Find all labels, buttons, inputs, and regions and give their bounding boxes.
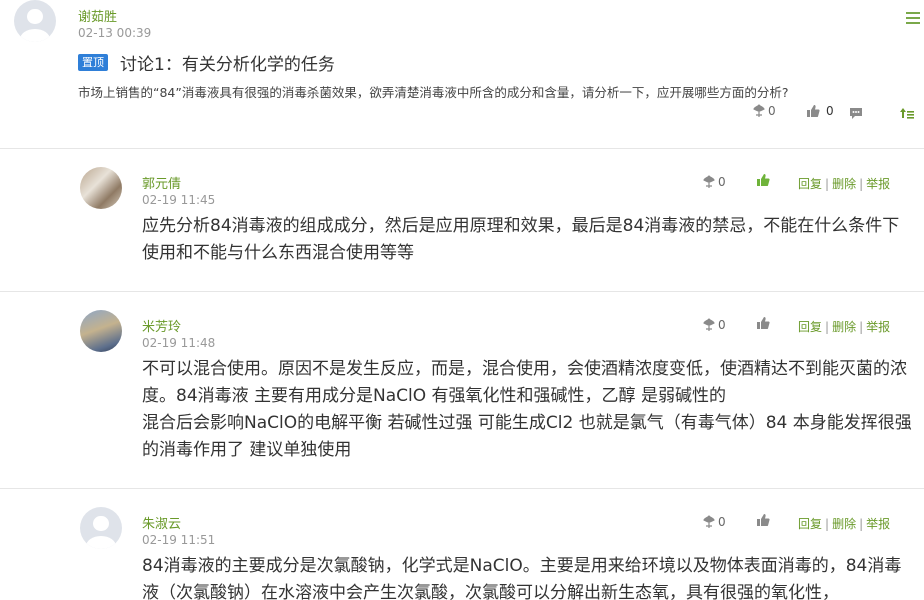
like-button[interactable] <box>756 173 770 187</box>
reply-time: 02-19 11:51 <box>142 533 216 547</box>
post-time: 02-13 00:39 <box>78 26 152 40</box>
report-button[interactable]: 举报 <box>866 517 890 531</box>
comment-button[interactable] <box>849 106 863 120</box>
reply-author[interactable]: 米芳玲 <box>142 316 181 335</box>
comment-icon <box>850 108 862 119</box>
post-body: 市场上销售的“84”消毒液具有很强的消毒杀菌效果，欲弄清楚消毒液中所含的成分和含… <box>78 85 789 100</box>
report-button[interactable]: 举报 <box>866 320 890 334</box>
post-author[interactable]: 谢茹胜 <box>78 6 117 25</box>
pin-badge: 置顶 <box>78 54 108 71</box>
reply-paragraph: 混合后会影响NaClO的电解平衡 若碱性过强 可能生成Cl2 也就是氯气（有毒气… <box>142 413 912 460</box>
report-button[interactable]: 举报 <box>866 177 890 191</box>
like-button[interactable] <box>756 513 770 527</box>
flower-count: 0 <box>718 515 726 529</box>
menu-icon[interactable] <box>906 12 920 24</box>
reply-paragraph: 不可以混合使用。原因不是发生反应，而是，混合使用，会使酒精浓度变低，使酒精达不到… <box>142 359 907 406</box>
post-title: 讨论1：有关分析化学的任务 <box>120 55 335 75</box>
flower-button[interactable]: 0 <box>702 515 726 529</box>
reply-actions: 回复 | 删除 | 举报 <box>798 517 891 531</box>
reply-time: 02-19 11:45 <box>142 193 216 207</box>
reply-author[interactable]: 朱淑云 <box>142 513 181 532</box>
reply-button[interactable]: 回复 <box>798 320 822 334</box>
reply-time: 02-19 11:48 <box>142 336 216 350</box>
reply-content: 不可以混合使用。原因不是发生反应，而是，混合使用，会使酒精浓度变低，使酒精达不到… <box>142 356 912 464</box>
avatar[interactable] <box>80 310 122 352</box>
thumb-up-icon <box>757 514 770 526</box>
reply-item: 郭元倩 02-19 11:45 0 回复 | 删除 | 举报 应先分析84消毒液的组成成… <box>0 148 924 292</box>
delete-button[interactable]: 删除 <box>832 320 856 334</box>
avatar[interactable] <box>80 507 122 549</box>
reply-actions: 回复 | 删除 | 举报 <box>798 177 891 191</box>
reply-button[interactable]: 回复 <box>798 177 822 191</box>
flower-icon <box>703 515 715 528</box>
reply-item: 米芳玲 02-19 11:48 0 回复 | 删除 | 举报 不可以混合使用。原因不是发… <box>0 291 924 489</box>
flower-icon <box>703 175 715 188</box>
reply-item: 朱淑云 02-19 11:51 0 回复 | 删除 | 举报 84消毒液的主要成分是次氯… <box>0 488 924 600</box>
delete-button[interactable]: 删除 <box>832 177 856 191</box>
delete-button[interactable]: 删除 <box>832 517 856 531</box>
thumb-up-icon <box>807 105 820 117</box>
avatar[interactable] <box>14 0 56 42</box>
back-to-top-icon <box>900 108 914 119</box>
flower-button[interactable]: 0 <box>752 104 776 118</box>
flower-icon <box>753 104 765 117</box>
like-count: 0 <box>826 104 834 118</box>
flower-count: 0 <box>718 318 726 332</box>
reply-content: 84消毒液的主要成分是次氯酸钠，化学式是NaClO。主要是用来给环境以及物体表面… <box>142 556 902 600</box>
flower-count: 0 <box>768 104 776 118</box>
avatar[interactable] <box>80 167 122 209</box>
thumb-up-icon <box>757 317 770 329</box>
reply-actions: 回复 | 删除 | 举报 <box>798 320 891 334</box>
back-to-top-button[interactable] <box>900 106 914 120</box>
flower-button[interactable]: 0 <box>702 318 726 332</box>
like-button[interactable] <box>756 316 770 330</box>
flower-button[interactable]: 0 <box>702 175 726 189</box>
thumb-up-icon <box>757 174 770 186</box>
reply-button[interactable]: 回复 <box>798 517 822 531</box>
flower-icon <box>703 318 715 331</box>
like-button[interactable]: 0 <box>806 104 834 118</box>
reply-author[interactable]: 郭元倩 <box>142 173 181 192</box>
topic-post: 谢茹胜 02-13 00:39 置顶 讨论1：有关分析化学的任务 市场上销售的“… <box>0 0 924 148</box>
flower-count: 0 <box>718 175 726 189</box>
reply-content: 应先分析84消毒液的组成成分，然后是应用原理和效果，最后是84消毒液的禁忌，不能… <box>142 216 900 263</box>
